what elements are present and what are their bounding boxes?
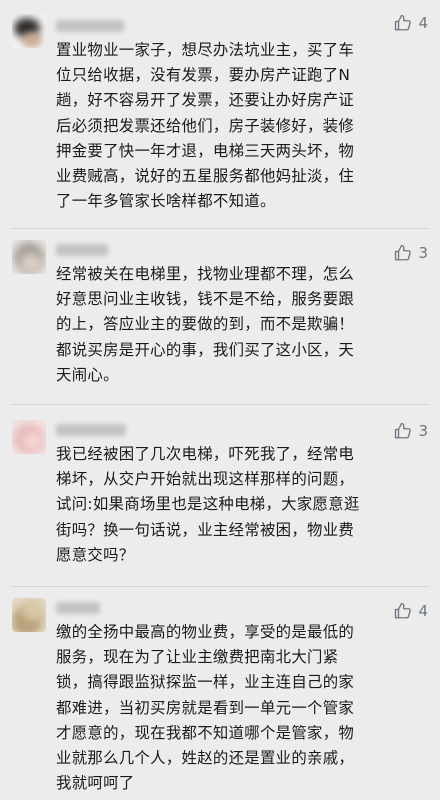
comment-text: 我已经被困了几次电梯，吓死我了，经常电 梯坏，从交户开始就出现这样那样的问题， …	[56, 445, 360, 564]
thumbs-up-icon	[395, 602, 412, 619]
thumbs-up-icon	[395, 14, 412, 31]
like-count: 3	[418, 243, 428, 262]
comment-text: 缴的全扬中最高的物业费，享受的是最低的 服务，现在为了让业主缴费把南北大门紧 锁…	[56, 623, 355, 793]
divider	[10, 404, 430, 405]
username[interactable]	[56, 424, 126, 436]
like-count: 4	[418, 13, 428, 32]
like-button[interactable]: 4	[394, 600, 428, 622]
comment-text: 置业物业一家子，想尽办法坑业主，买了车 位只给收据，没有发票，要办房产证跑了N …	[56, 41, 355, 211]
avatar[interactable]	[12, 240, 46, 274]
like-count: 4	[418, 601, 428, 620]
avatar[interactable]	[12, 420, 46, 454]
like-button[interactable]: 3	[394, 242, 428, 264]
like-count: 3	[418, 421, 428, 440]
username[interactable]	[56, 244, 108, 256]
like-button[interactable]: 4	[394, 12, 428, 34]
avatar[interactable]	[12, 14, 46, 48]
comment-text: 经常被关在电梯里，找物业理都不理，怎么 好意思问业主收钱，钱不是不给，服务要跟 …	[56, 265, 355, 384]
avatar[interactable]	[12, 598, 46, 632]
like-button[interactable]: 3	[394, 420, 428, 442]
divider	[10, 228, 430, 229]
username[interactable]	[56, 602, 100, 614]
username[interactable]	[56, 20, 124, 32]
thumbs-up-icon	[395, 244, 412, 261]
thumbs-up-icon	[395, 422, 412, 439]
divider	[10, 586, 430, 587]
